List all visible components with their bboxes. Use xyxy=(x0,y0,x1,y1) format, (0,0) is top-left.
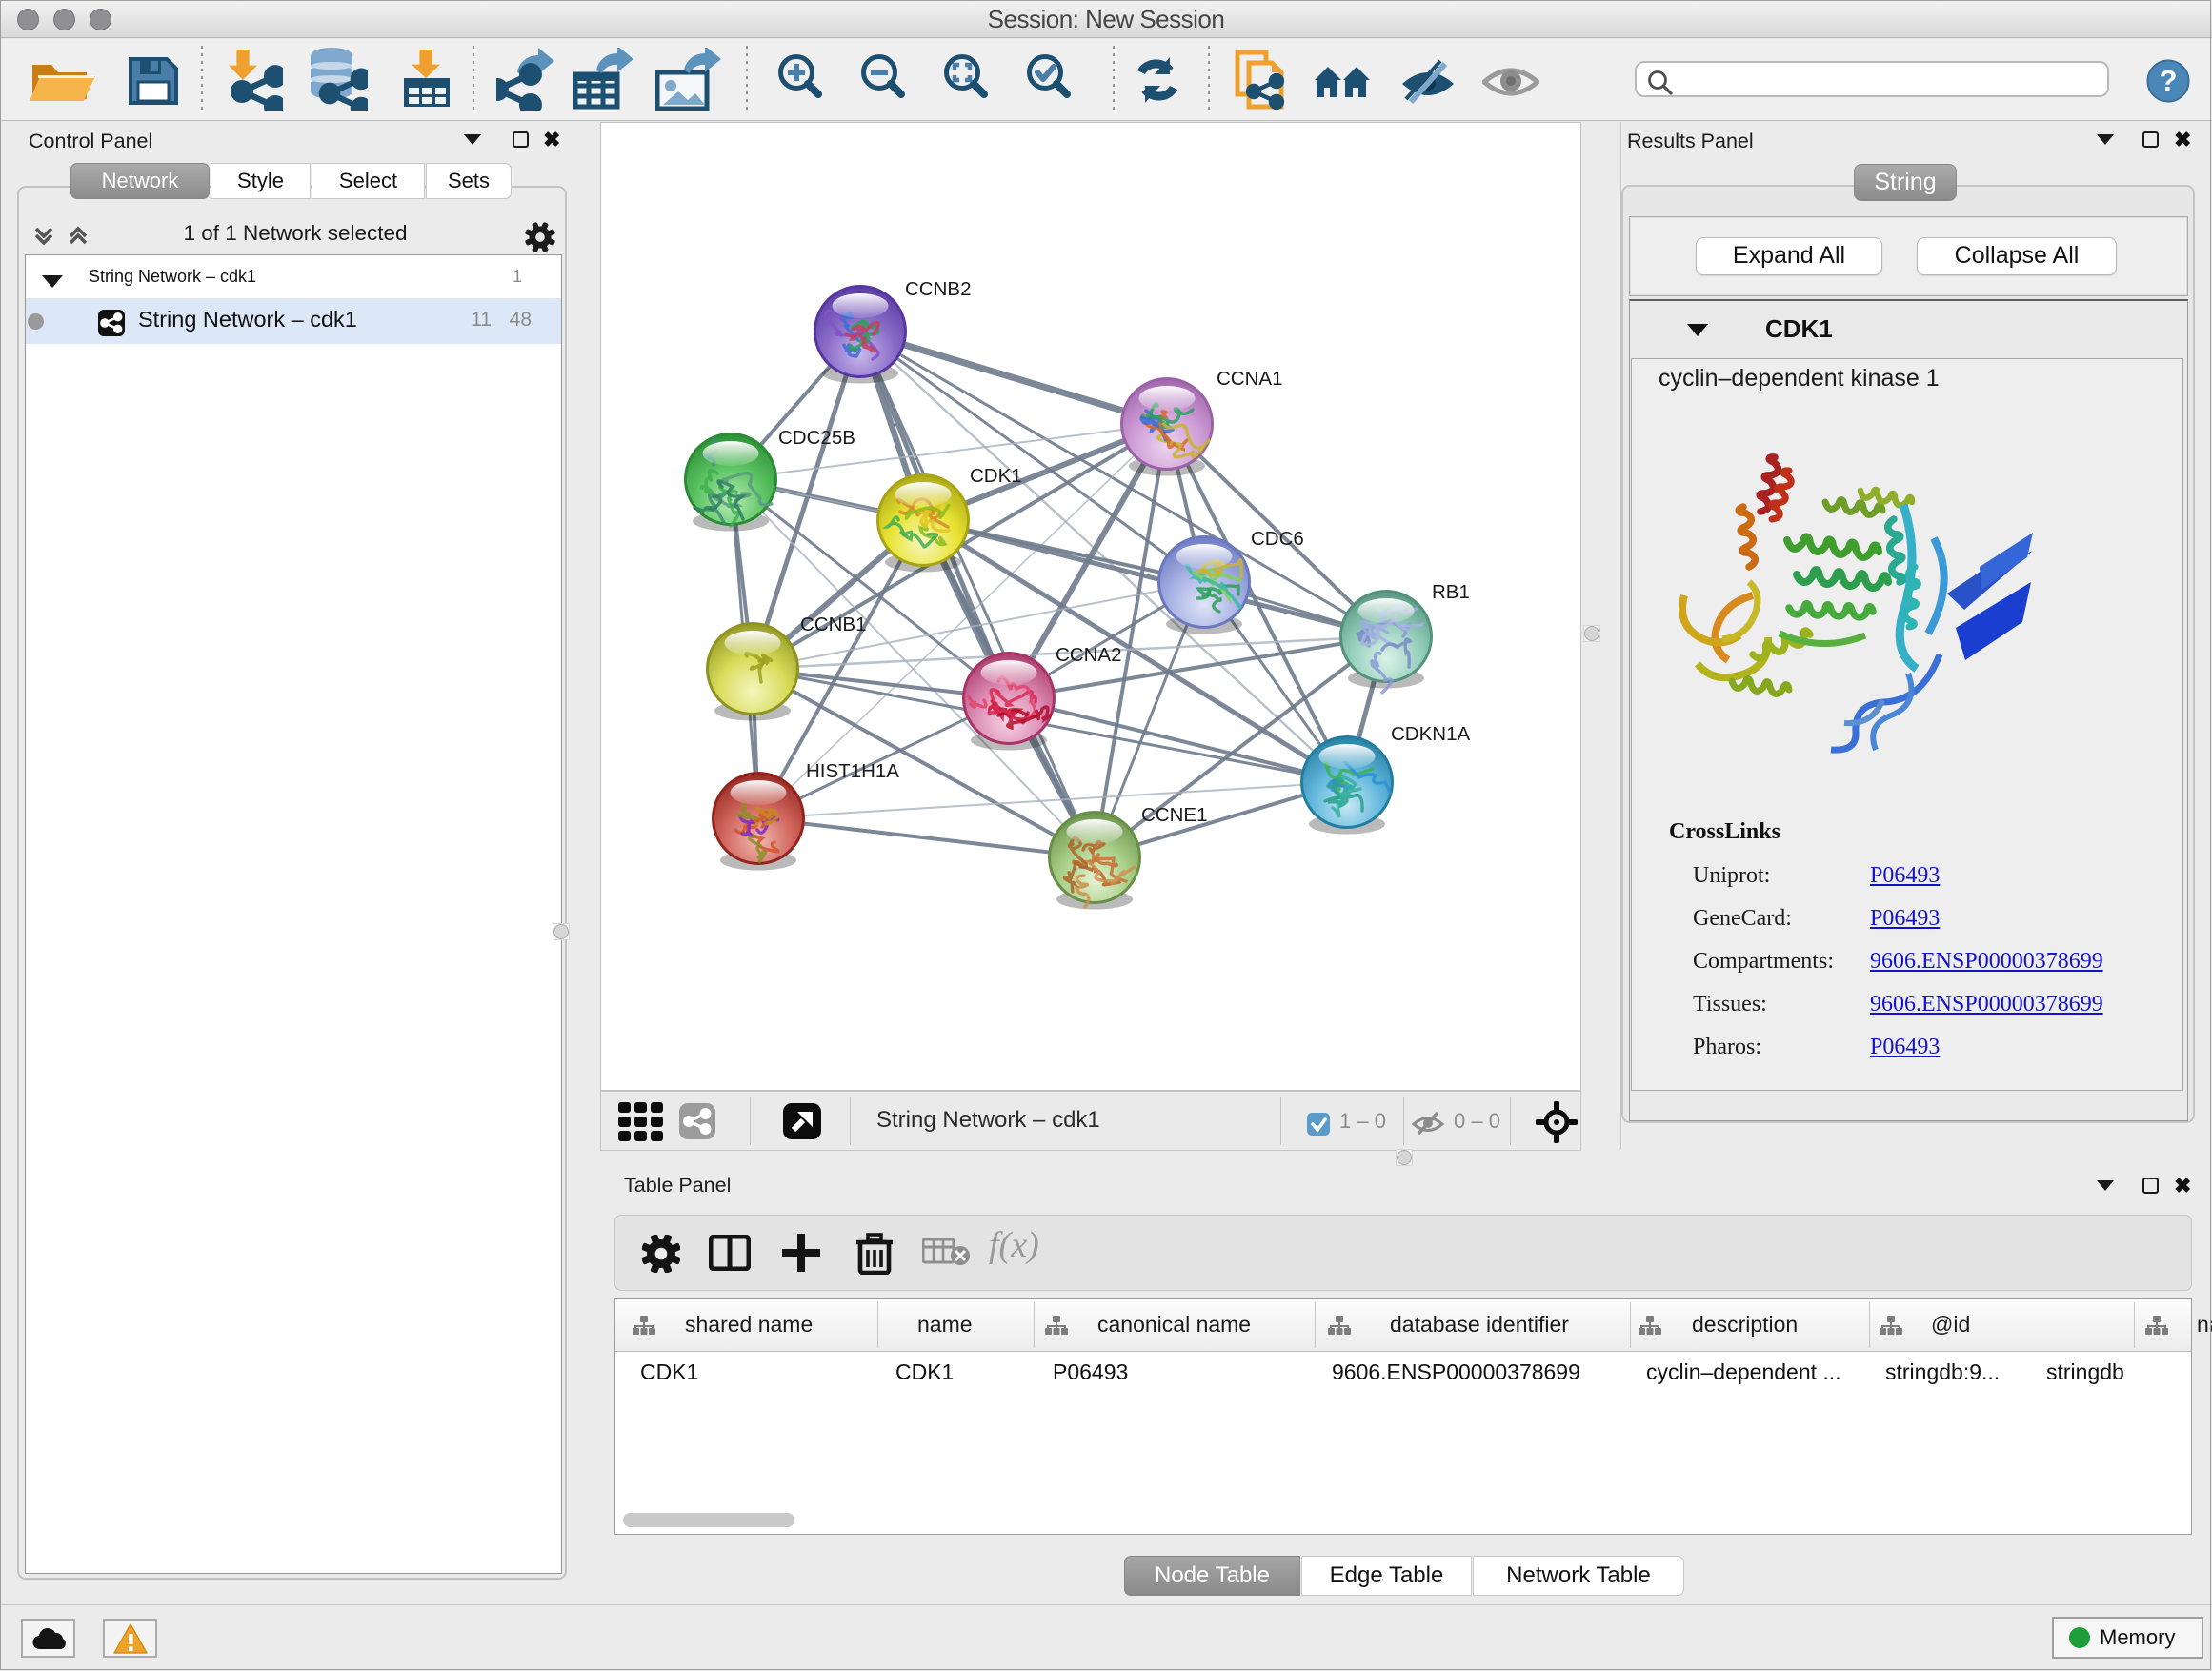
svg-text:CCNB1: CCNB1 xyxy=(800,614,867,635)
svg-text:CDC6: CDC6 xyxy=(1251,528,1304,550)
svg-text:CCNE1: CCNE1 xyxy=(1141,804,1208,826)
svg-text:CCNA1: CCNA1 xyxy=(1217,368,1283,390)
svg-text:RB1: RB1 xyxy=(1432,581,1470,603)
svg-text:CCNB2: CCNB2 xyxy=(905,278,972,300)
svg-text:CDK1: CDK1 xyxy=(970,465,1022,487)
svg-text:CDKN1A: CDKN1A xyxy=(1391,723,1470,745)
svg-text:CCNA2: CCNA2 xyxy=(1056,644,1122,666)
svg-text:?: ? xyxy=(2160,64,2178,97)
svg-text:HIST1H1A: HIST1H1A xyxy=(806,760,899,782)
svg-text:CDC25B: CDC25B xyxy=(778,427,855,449)
